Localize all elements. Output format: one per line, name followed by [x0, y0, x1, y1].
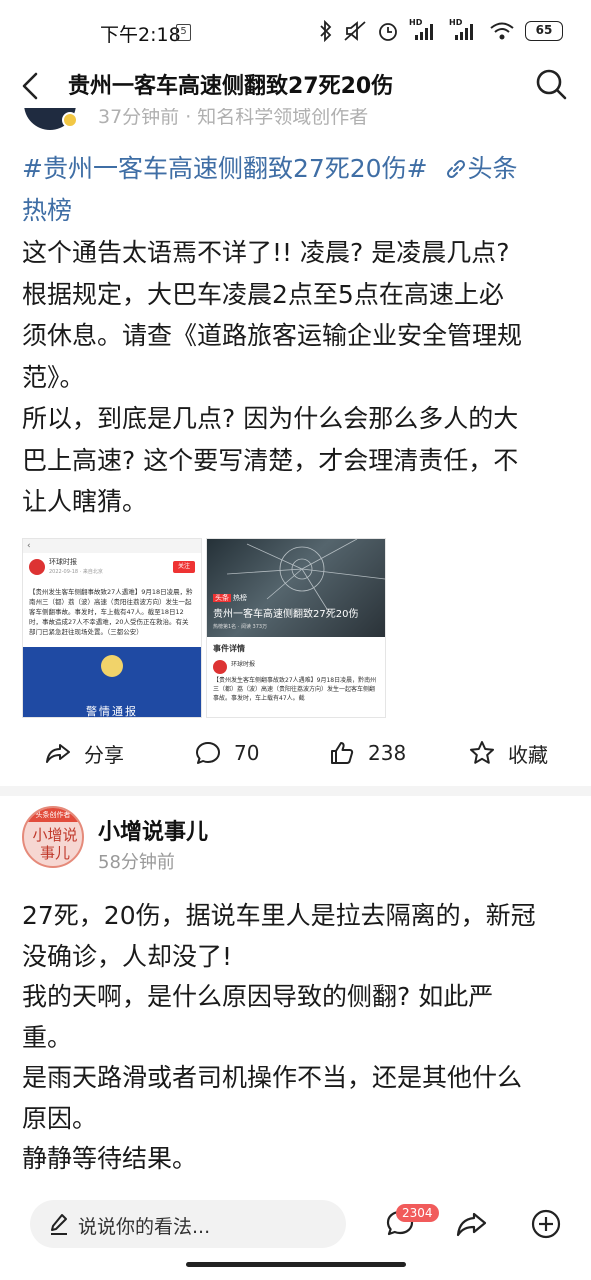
top-nav-bar: 贵州一客车高速侧翻致27死20伤 — [0, 62, 591, 110]
hashtag-line: #贵州一客车高速侧翻致27死20伤# 头条 热榜 — [22, 148, 570, 232]
link-icon — [447, 159, 466, 179]
post-line: 这个通告太语焉不详了!! 凌晨? 是凌晨几点? — [22, 238, 510, 267]
notification-icon: 5 — [176, 24, 191, 41]
wifi-icon — [490, 22, 514, 40]
back-arrow-icon — [22, 72, 38, 100]
author-meta: 37分钟前 · 知名科学领域创作者 — [98, 108, 369, 128]
section-divider — [0, 786, 591, 796]
thumb-cover: 头条 热榜 贵州一客车高速侧翻致27死20伤 热榜第1名 · 阅读 373万 — [207, 539, 385, 637]
status-time: 下午2:18 — [100, 24, 181, 46]
hotlist-link[interactable]: 头条 — [467, 154, 517, 183]
battery-indicator: 65 — [525, 21, 563, 41]
share-icon — [46, 744, 70, 763]
post-images: ‹ 环球时报 2022-09-18 · 来自北京 关注 【贵州发生客车侧翻事故致… — [22, 538, 386, 718]
comment-line: 27死，20伤，据说车里人是拉去隔离的，新冠 — [22, 901, 536, 930]
comment-count-badge: 2304 — [396, 1204, 439, 1222]
police-emblem-icon — [101, 655, 123, 677]
share-button[interactable] — [450, 1202, 494, 1246]
author-row-peek: 37分钟前 · 知名科学领域创作者 — [0, 108, 591, 132]
police-banner: 警情通报 — [23, 647, 201, 717]
favorite-button[interactable]: 收藏 — [468, 730, 548, 776]
hashtag-link[interactable]: #贵州一客车高速侧翻致27死20伤# — [22, 154, 428, 183]
star-icon — [470, 741, 494, 764]
home-indicator[interactable] — [186, 1262, 406, 1267]
pen-icon — [51, 1214, 67, 1235]
comment-icon — [196, 742, 220, 764]
image-thumbnail[interactable]: 头条 热榜 贵州一客车高速侧翻致27死20伤 热榜第1名 · 阅读 373万 事件… — [206, 538, 386, 718]
comment-body: 27死，20伤，据说车里人是拉去隔离的，新冠 没确诊，人却没了! 我的天啊，是什… — [22, 896, 570, 1180]
post-line: 巴上高速? 这个要写清楚，才会理清责任，不 — [22, 445, 519, 475]
comment-placeholder: 说说你的看法... — [78, 1216, 211, 1238]
hotlist-link-line2[interactable]: 热榜 — [22, 196, 72, 225]
comment-line: 没确诊，人却没了! — [22, 941, 233, 971]
post-line: 所以，到底是几点? 因为什么会那么多人的大 — [22, 404, 519, 433]
page-title: 贵州一客车高速侧翻致27死20伤 — [68, 74, 394, 99]
comment-line: 我的天啊，是什么原因导致的侧翻? 如此严 — [22, 982, 494, 1011]
post-body: #贵州一客车高速侧翻致27死20伤# 头条 热榜 这个通告太语焉不详了!! 凌晨… — [22, 148, 570, 523]
signal-hd-icon: HD — [449, 18, 479, 42]
thumb-topbar: ‹ — [27, 541, 31, 551]
search-icon — [536, 69, 567, 100]
comment-line: 原因。 — [22, 1103, 98, 1133]
thumb-author: 环球时报 2022-09-18 · 来自北京 关注 — [23, 553, 201, 583]
add-circle-icon — [531, 1209, 561, 1239]
more-button[interactable] — [524, 1202, 568, 1246]
thumb-details: 事件详情 环球时报 【贵州发生客车侧翻事故致27人遇难】9月18日凌晨，黔南州三… — [207, 637, 385, 717]
comment-author-name[interactable]: 小增说事儿 — [98, 814, 208, 846]
post-line: 让人瞎猜。 — [22, 487, 148, 516]
bluetooth-icon — [320, 20, 332, 42]
logo-icon — [29, 559, 45, 575]
comment-button[interactable]: 70 — [194, 730, 259, 776]
comment-line: 静静等待结果。 — [22, 1144, 198, 1173]
comment-line: 是雨天路滑或者司机操作不当，还是其他什么 — [22, 1063, 523, 1092]
post-line: 根据规定，大巴车凌晨2点至5点在高速上必 — [22, 279, 504, 309]
back-button[interactable] — [14, 66, 50, 106]
post-paragraph: 这个通告太语焉不详了!! 凌晨? 是凌晨几点? 根据规定，大巴车凌晨2点至5点在… — [22, 232, 570, 523]
like-button[interactable]: 238 — [328, 730, 406, 776]
post-action-bar: 分享 70 238 收藏 — [0, 730, 591, 776]
verified-badge-icon — [62, 112, 78, 128]
thumbs-up-icon — [331, 742, 354, 764]
thumb-text: 【贵州发生客车侧翻事故致27人遇难】9月18日凌晨，黔南州三（都）荔（波）高速（… — [23, 583, 201, 647]
share-button[interactable]: 分享 — [44, 730, 124, 776]
search-button[interactable] — [531, 64, 573, 106]
comment-timestamp: 58分钟前 — [98, 852, 175, 873]
post-line: 范》。 — [22, 362, 85, 392]
avatar[interactable]: 头条创作者 小增说事儿 — [22, 806, 84, 868]
bottom-comment-bar: 说说你的看法... 2304 — [0, 1188, 591, 1260]
post-line: 须休息。请查《道路旅客运输企业安全管理规 — [22, 321, 523, 350]
image-thumbnail[interactable]: ‹ 环球时报 2022-09-18 · 来自北京 关注 【贵州发生客车侧翻事故致… — [22, 538, 202, 718]
status-icons: HD HD 65 — [319, 18, 563, 42]
signal-hd-icon: HD — [409, 18, 439, 42]
comment-input[interactable]: 说说你的看法... — [30, 1200, 346, 1248]
status-bar: 下午2:18 5 HD HD 65 — [0, 0, 591, 62]
alarm-icon — [379, 23, 397, 41]
mute-icon — [344, 21, 366, 41]
comment-line: 重。 — [22, 1022, 73, 1052]
logo-icon — [213, 660, 227, 674]
share-icon — [456, 1212, 487, 1237]
